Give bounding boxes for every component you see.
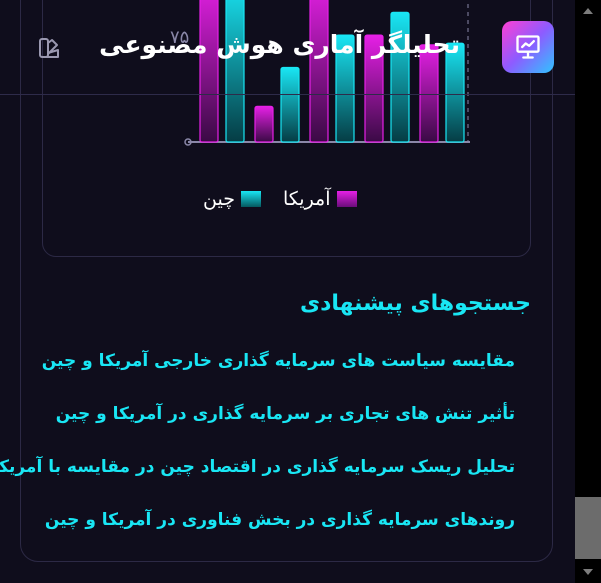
legend-swatch-usa bbox=[336, 191, 357, 207]
suggestion-link[interactable]: مقایسه سیاست های سرمایه گذاری خارجی آمری… bbox=[42, 351, 515, 371]
presentation-chart-icon bbox=[502, 21, 554, 73]
legend-label-usa: آمریکا bbox=[283, 188, 331, 210]
suggestions-title: جستجوهای پیشنهادی bbox=[299, 291, 531, 316]
scroll-down-arrow-icon[interactable] bbox=[583, 569, 593, 575]
legend-label-china: چین bbox=[203, 188, 235, 210]
legend-item-usa: آمریکا bbox=[283, 188, 357, 210]
app-header: تحلیلگر آماری هوش مصنوعی bbox=[0, 0, 575, 95]
suggestion-link[interactable]: روندهای سرمایه گذاری در بخش فناوری در آم… bbox=[45, 510, 515, 530]
scroll-up-arrow-icon[interactable] bbox=[583, 8, 593, 14]
suggestion-link[interactable]: تحلیل ریسک سرمایه گذاری در اقتصاد چین در… bbox=[0, 457, 515, 477]
scroll-thumb[interactable] bbox=[575, 497, 601, 559]
app-title: تحلیلگر آماری هوش مصنوعی bbox=[99, 30, 460, 59]
suggestion-link[interactable]: تأثیر تنش های تجاری بر سرمایه گذاری در آ… bbox=[56, 404, 515, 424]
vertical-scrollbar[interactable] bbox=[575, 0, 601, 583]
legend-swatch-china bbox=[240, 191, 261, 207]
legend-item-china: چین bbox=[203, 188, 261, 210]
bar-usa bbox=[254, 105, 274, 143]
theme-palette-icon[interactable] bbox=[37, 36, 61, 60]
